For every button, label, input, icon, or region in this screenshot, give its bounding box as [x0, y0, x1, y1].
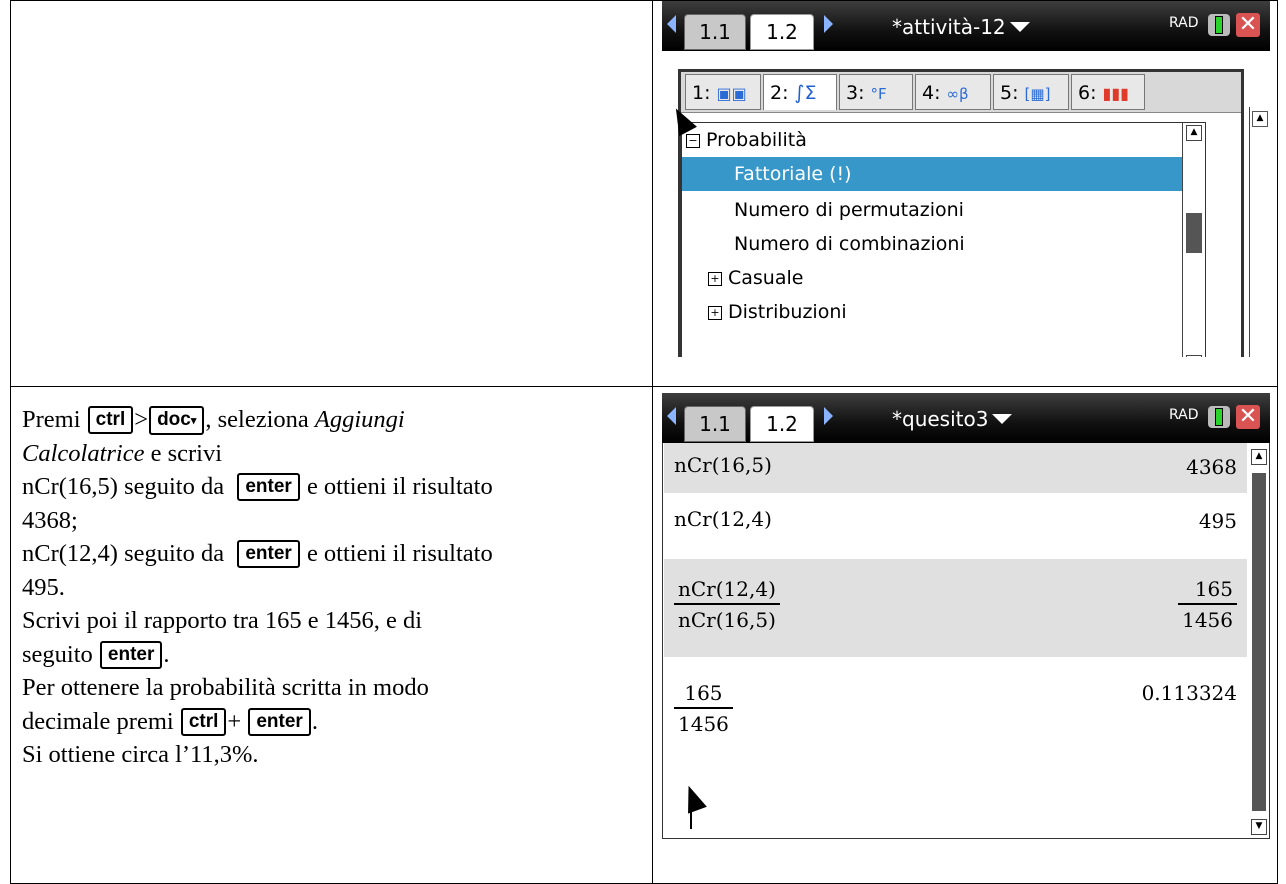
bar-chart-icon: ▮▮▮ — [1102, 84, 1129, 103]
book-icon: ▣▣ — [716, 84, 747, 103]
mouse-pointer-icon — [679, 782, 707, 814]
close-icon[interactable]: ✕ — [1236, 13, 1260, 37]
scroll-down-icon[interactable]: ▼ — [1186, 355, 1202, 357]
close-icon[interactable]: ✕ — [1236, 405, 1260, 429]
scroll-thumb[interactable] — [1252, 473, 1266, 811]
doc-menu-dropdown-icon — [1009, 22, 1030, 32]
ctrl-key: ctrl — [87, 406, 134, 434]
battery-icon — [1208, 406, 1230, 428]
next-page-arrow-icon[interactable] — [824, 407, 833, 425]
enter-key: enter — [248, 707, 311, 736]
table-cell-top-right: 1.1 1.2 *attività-12 RAD ✕ ▲ 1: ▣▣ 2: ∫Σ… — [652, 0, 1278, 387]
scroll-down-icon[interactable]: ▼ — [1251, 819, 1267, 835]
tab-1-2[interactable]: 1.2 — [750, 14, 814, 50]
battery-icon — [1208, 14, 1230, 36]
scroll-up-icon[interactable]: ▲ — [1252, 111, 1268, 127]
menu-tab-4[interactable]: 4: ∞β — [915, 74, 991, 110]
menu-item-distribuzioni[interactable]: + Distribuzioni — [708, 295, 1205, 329]
menu-tab-3[interactable]: 3: °F — [839, 74, 913, 110]
enter-key: enter — [237, 473, 300, 501]
menu-tab-6[interactable]: 6: ▮▮▮ — [1071, 74, 1145, 110]
instruction-text: Premi ctrl > doc▾, seleziona Aggiungi Calc… — [22, 406, 493, 768]
expand-icon[interactable]: + — [708, 272, 722, 286]
entry-cursor[interactable] — [690, 807, 692, 829]
angle-mode-indicator: RAD — [1169, 15, 1199, 31]
tab-1-1[interactable]: 1.1 — [684, 406, 746, 442]
document-title[interactable]: *attività-12 — [892, 15, 1030, 39]
scroll-thumb[interactable] — [1186, 213, 1202, 253]
history-row[interactable]: 165 1456 0.113324 — [664, 673, 1247, 753]
menu-item-fattoriale[interactable]: Fattoriale (!) — [682, 157, 1205, 191]
prev-page-arrow-icon[interactable] — [667, 15, 676, 33]
menu-tab-1[interactable]: 1: ▣▣ — [685, 74, 761, 110]
expand-icon[interactable]: + — [708, 306, 722, 320]
menu-item-combinazioni[interactable]: Numero di combinazioni — [682, 227, 1205, 261]
angle-mode-indicator: RAD — [1169, 407, 1199, 423]
infinity-beta-icon: ∞β — [946, 85, 969, 103]
history-row[interactable]: nCr(12,4) nCr(16,5) 165 1456 — [664, 559, 1247, 657]
fraction-result: 165 1456 — [1178, 575, 1237, 635]
scroll-up-icon[interactable]: ▲ — [1186, 125, 1202, 141]
fraction-expression: 165 1456 — [674, 679, 733, 739]
history-row[interactable]: nCr(12,4) 495 — [664, 495, 1247, 553]
menu-scrollbar[interactable]: ▲ ▼ — [1182, 123, 1205, 357]
matrix-icon: [▦] — [1024, 85, 1051, 103]
table-cell-top-left — [10, 0, 653, 387]
menu-tab-5[interactable]: 5: [▦] — [993, 74, 1069, 110]
tab-1-2[interactable]: 1.2 — [750, 406, 814, 442]
document-title[interactable]: *quesito3 — [892, 407, 1013, 431]
enter-key: enter — [237, 540, 300, 568]
doc-menu-dropdown-icon — [992, 414, 1013, 424]
scroll-up-icon[interactable]: ▲ — [1251, 449, 1267, 465]
tab-1-1[interactable]: 1.1 — [684, 14, 746, 50]
units-icon: °F — [870, 85, 887, 103]
table-cell-calculator: 1.1 1.2 *quesito3 RAD ✕ nCr(16,5) 4368 n… — [652, 386, 1278, 884]
calculator-history: nCr(16,5) 4368 nCr(12,4) 495 nCr(12,4) nC… — [662, 443, 1270, 839]
catalog-menu: 1: ▣▣ 2: ∫Σ 3: °F 4: ∞β 5: [▦] 6: ▮▮▮ − P… — [678, 69, 1244, 357]
menu-tab-strip: 1: ▣▣ 2: ∫Σ 3: °F 4: ∞β 5: [▦] 6: ▮▮▮ — [681, 72, 1241, 113]
table-cell-instructions: Premi ctrl > doc▾, seleziona Aggiungi Calc… — [10, 386, 653, 884]
menu-tab-2[interactable]: 2: ∫Σ — [763, 74, 837, 110]
menu-item-probabilita[interactable]: − Probabilità — [686, 123, 1205, 157]
fraction-expression: nCr(12,4) nCr(16,5) — [674, 575, 780, 635]
enter-key: enter — [99, 640, 163, 669]
title-bar: 1.1 1.2 *attività-12 RAD ✕ — [662, 1, 1270, 51]
page-scrollbar[interactable]: ▲ — [1249, 107, 1270, 357]
history-scrollbar[interactable]: ▲ ▼ — [1250, 447, 1268, 837]
next-page-arrow-icon[interactable] — [824, 15, 833, 33]
menu-item-permutazioni[interactable]: Numero di permutazioni — [682, 193, 1205, 227]
ctrl-key: ctrl — [180, 707, 227, 736]
doc-key: doc▾ — [149, 406, 205, 435]
calculator-screen-menu: 1.1 1.2 *attività-12 RAD ✕ ▲ 1: ▣▣ 2: ∫Σ… — [662, 1, 1270, 357]
history-row[interactable]: nCr(16,5) 4368 — [664, 443, 1247, 493]
title-bar: 1.1 1.2 *quesito3 RAD ✕ — [662, 393, 1270, 443]
collapse-icon[interactable]: − — [686, 134, 700, 148]
menu-list: − Probabilità Fattoriale (!) Numero di pe… — [681, 122, 1206, 357]
menu-item-casuale[interactable]: + Casuale — [708, 261, 1205, 295]
prev-page-arrow-icon[interactable] — [667, 407, 676, 425]
calculator-screen-history: 1.1 1.2 *quesito3 RAD ✕ nCr(16,5) 4368 n… — [662, 393, 1270, 839]
